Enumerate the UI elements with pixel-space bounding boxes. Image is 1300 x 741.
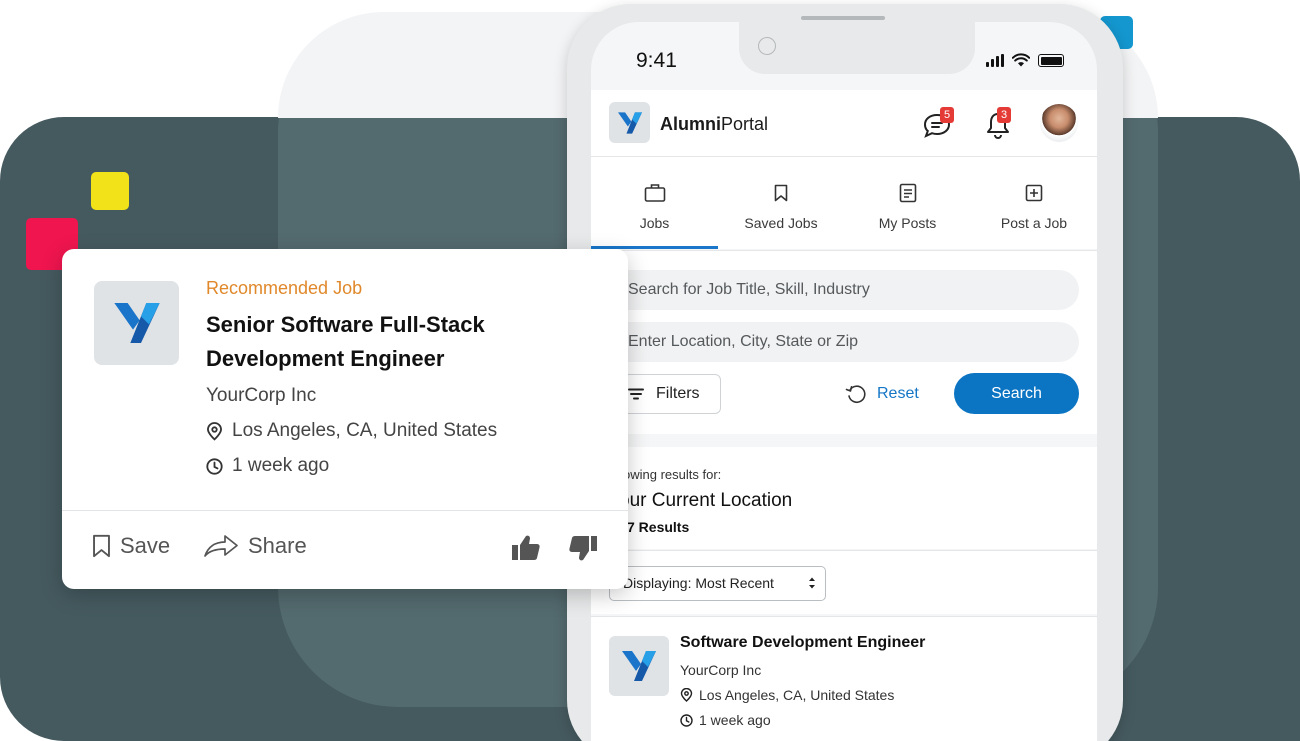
card-divider xyxy=(62,510,628,511)
select-arrows-icon xyxy=(809,577,815,589)
results-count: 7 Results xyxy=(627,519,690,535)
tab-post-a-job-label: Post a Job xyxy=(1000,215,1068,231)
status-time: 9:41 xyxy=(636,49,677,72)
tab-my-posts-label: My Posts xyxy=(878,215,937,231)
tab-saved-jobs-label: Saved Jobs xyxy=(744,215,818,231)
notifications-button[interactable]: 3 xyxy=(982,107,1014,140)
wifi-icon xyxy=(1012,53,1030,67)
battery-icon xyxy=(1038,54,1064,67)
tab-bar: Jobs Saved Jobs My Posts Post a Job xyxy=(591,157,1097,249)
cellular-signal-icon xyxy=(986,54,1004,67)
briefcase-icon xyxy=(644,184,665,202)
job-title[interactable]: Software Development Engineer xyxy=(680,634,925,652)
save-button[interactable]: Save xyxy=(92,533,170,559)
results-location-title: our Current Location xyxy=(619,490,793,511)
thumbs-up-icon xyxy=(512,535,540,560)
app-title: AlumniPortal xyxy=(660,114,769,134)
job-location-text: Los Angeles, CA, United States xyxy=(699,687,895,703)
clock-icon xyxy=(680,713,693,727)
thumbs-up-button[interactable] xyxy=(511,534,541,567)
bookmark-icon xyxy=(93,534,110,558)
recommended-company: YourCorp Inc xyxy=(206,385,317,406)
share-label: Share xyxy=(248,533,307,558)
tab-saved-jobs[interactable]: Saved Jobs xyxy=(718,157,844,249)
messages-badge: 5 xyxy=(940,107,954,123)
save-label: Save xyxy=(120,533,171,558)
status-icons xyxy=(986,53,1064,67)
reset-label: Reset xyxy=(877,385,919,402)
phone-speaker xyxy=(801,16,885,20)
filter-lines-icon xyxy=(628,388,644,400)
recommended-posted-text: 1 week ago xyxy=(232,455,330,476)
tab-jobs-label: Jobs xyxy=(639,215,670,231)
messages-button[interactable]: 5 xyxy=(920,107,954,140)
recommended-company-logo xyxy=(94,281,179,365)
clock-icon xyxy=(206,457,223,475)
sort-select-value: Displaying: Most Recent xyxy=(623,575,774,591)
decorative-yellow-square xyxy=(91,172,129,210)
tab-my-posts[interactable]: My Posts xyxy=(844,157,971,249)
results-showing-label: owing results for: xyxy=(623,467,722,482)
reset-button[interactable]: Reset xyxy=(845,383,919,405)
recommended-posted: 1 week ago xyxy=(206,455,329,477)
keyword-search-input[interactable]: Search for Job Title, Skill, Industry xyxy=(609,270,1079,310)
job-company-logo xyxy=(609,636,669,696)
recommended-label: Recommended Job xyxy=(206,278,363,298)
share-arrow-icon xyxy=(204,535,238,557)
tab-jobs[interactable]: Jobs xyxy=(591,157,718,249)
notifications-badge: 3 xyxy=(997,107,1011,123)
filters-label: Filters xyxy=(656,385,700,402)
job-posted: 1 week ago xyxy=(680,712,771,728)
search-button[interactable]: Search xyxy=(954,373,1079,414)
recommended-job-title[interactable]: Senior Software Full-Stack Development E… xyxy=(206,308,606,376)
location-pin-icon xyxy=(207,421,222,441)
sort-select[interactable]: Displaying: Most Recent xyxy=(609,566,826,601)
y-logo-icon xyxy=(622,651,656,681)
job-location: Los Angeles, CA, United States xyxy=(680,687,894,703)
y-logo-icon xyxy=(113,303,160,343)
recommended-location: Los Angeles, CA, United States xyxy=(206,420,497,442)
share-button[interactable]: Share xyxy=(203,533,307,559)
document-icon xyxy=(899,183,916,203)
location-pin-icon xyxy=(680,688,693,702)
phone-camera xyxy=(758,37,776,55)
location-search-input[interactable]: Enter Location, City, State or Zip xyxy=(609,322,1079,362)
y-logo-icon xyxy=(617,111,642,134)
bookmark-icon xyxy=(774,184,788,202)
thumbs-down-button[interactable] xyxy=(568,534,598,567)
avatar[interactable] xyxy=(1040,104,1078,142)
plus-square-icon xyxy=(1025,184,1043,202)
job-posted-text: 1 week ago xyxy=(699,712,771,728)
job-company: YourCorp Inc xyxy=(680,662,762,678)
recommended-location-text: Los Angeles, CA, United States xyxy=(232,420,498,441)
thumbs-down-icon xyxy=(569,536,597,561)
reset-icon xyxy=(845,385,866,403)
tab-post-a-job[interactable]: Post a Job xyxy=(971,157,1097,249)
app-logo[interactable] xyxy=(609,102,650,143)
